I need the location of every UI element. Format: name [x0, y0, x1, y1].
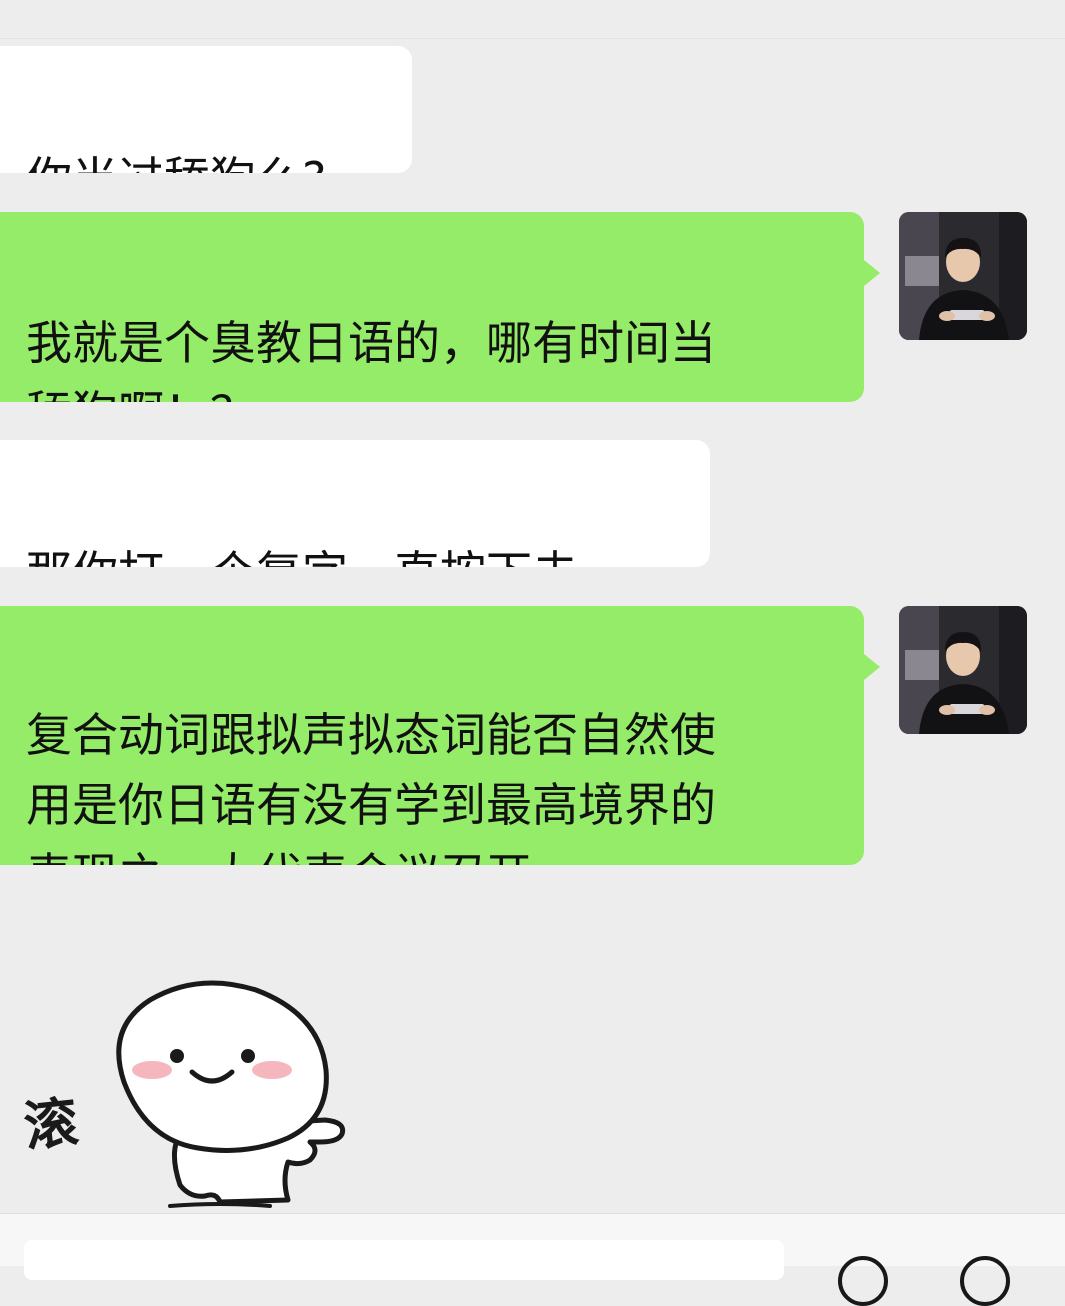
- sticker-message[interactable]: 滚: [20, 970, 365, 1215]
- message-text: 那你打一个复字一直按下去: [26, 546, 578, 567]
- top-divider: [0, 38, 1065, 39]
- message-text: 复合动词跟拟声拟态词能否自然使 用是你日语有没有学到最高境界的 表现之一大代表会…: [26, 708, 716, 865]
- avatar[interactable]: [899, 606, 1027, 734]
- message-input[interactable]: [24, 1240, 784, 1280]
- message-bubble-incoming[interactable]: 那你打一个复字一直按下去: [0, 440, 710, 567]
- avatar-photo: [899, 606, 1027, 734]
- avatar[interactable]: [899, 212, 1027, 340]
- message-bubble-incoming[interactable]: 你当过舔狗么?: [0, 46, 412, 173]
- sticker-caption: 滚: [20, 1089, 82, 1159]
- message-bubble-outgoing[interactable]: 我就是个臭教日语的，哪有时间当 舔狗啊！？: [0, 212, 864, 402]
- message-bubble-outgoing[interactable]: 复合动词跟拟声拟态词能否自然使 用是你日语有没有学到最高境界的 表现之一大代表会…: [0, 606, 864, 865]
- plus-icon[interactable]: [960, 1256, 1010, 1306]
- message-text: 我就是个臭教日语的，哪有时间当 舔狗啊！？: [26, 316, 716, 402]
- avatar-photo: [899, 212, 1027, 340]
- emoji-icon[interactable]: [838, 1256, 888, 1306]
- bubble-tail: [864, 260, 880, 286]
- bubble-tail: [864, 654, 880, 680]
- message-text: 你当过舔狗么?: [26, 152, 326, 173]
